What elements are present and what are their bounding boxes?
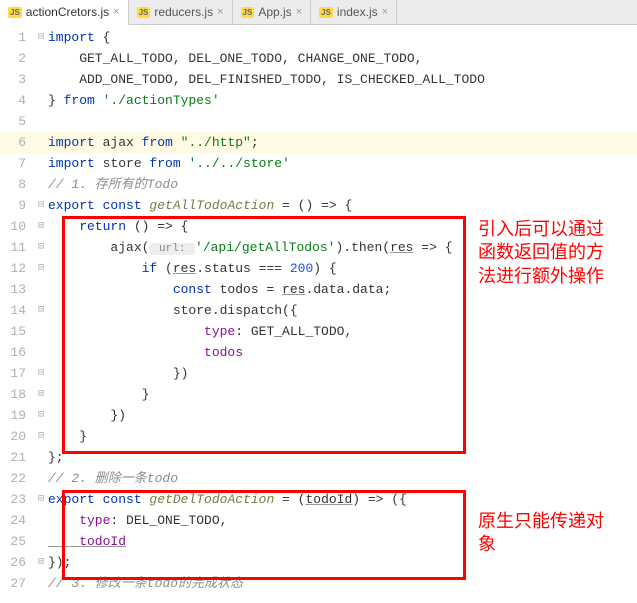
code-text: : GET_ALL_TODO, [235,324,352,339]
code-text: todos = [212,282,282,297]
tab-bar: JS actionCretors.js × JS reducers.js × J… [0,0,637,25]
kw-from: from [142,135,173,150]
code-text: ; [251,135,259,150]
kw-import: import [48,135,95,150]
kw-from: from [149,156,180,171]
code-text: } [48,384,637,405]
fold-column: ⊟⊟⊟⊟⊟⊟⊟⊟⊟⊟⊟⊟ [34,25,48,594]
code-text: }) [48,405,637,426]
prop: todoId [48,534,126,549]
comment: // 3. 修改一条todo的完成状态 [48,576,243,591]
tab-app[interactable]: JS App.js × [233,0,312,24]
comment: // 1. 存所有的Todo [48,177,178,192]
param: res [173,261,196,276]
param: res [282,282,305,297]
code-text: = () => { [274,198,352,213]
tab-actioncreators[interactable]: JS actionCretors.js × [0,0,129,25]
function-name: getAllTodoAction [142,198,275,213]
code-text: ) => ({ [352,492,407,507]
kw-from: from [64,93,95,108]
code-text: ADD_ONE_TODO, DEL_FINISHED_TODO, IS_CHEC… [48,69,637,90]
code-area[interactable]: import { GET_ALL_TODO, DEL_ONE_TODO, CHA… [48,25,637,594]
tab-label: App.js [258,5,291,19]
function-name: getDelTodoAction [142,492,275,507]
code-text: => { [413,240,452,255]
prop: type [48,513,110,528]
code-text: .status === [196,261,290,276]
param: res [390,240,413,255]
kw-export: export const [48,492,142,507]
code-text: store.dispatch({ [48,300,637,321]
annotation-top: 引入后可以通过函数返回值的方法进行额外操作 [478,218,618,288]
kw-export: export const [48,198,142,213]
code-text: ).then( [335,240,390,255]
code-text: }) [48,363,637,384]
code-text: store [95,156,150,171]
close-icon[interactable]: × [113,6,119,18]
close-icon[interactable]: × [217,6,223,18]
string-literal: '/api/getAllTodos' [195,240,335,255]
code-text: = ( [274,492,305,507]
kw-import: import [48,156,95,171]
string-literal: './actionTypes' [95,93,220,108]
code-text: () => { [126,219,188,234]
editor[interactable]: 1234567891011121314151617181920212223242… [0,25,637,594]
js-icon: JS [241,7,255,18]
code-text: { [95,30,111,45]
param-hint: url: [149,243,195,255]
js-icon: JS [137,7,151,18]
tab-label: reducers.js [154,5,213,19]
code-text: } [48,426,637,447]
close-icon[interactable]: × [382,6,388,18]
tab-reducers[interactable]: JS reducers.js × [129,0,233,24]
number: 200 [290,261,313,276]
code-text: .data.data; [305,282,391,297]
code-text: GET_ALL_TODO, DEL_ONE_TODO, CHANGE_ONE_T… [48,48,637,69]
tab-label: actionCretors.js [26,5,109,19]
code-text: } [48,93,64,108]
close-icon[interactable]: × [296,6,302,18]
js-icon: JS [8,7,22,18]
param: todoId [305,492,352,507]
kw-const: const [48,282,212,297]
js-icon: JS [319,7,333,18]
code-text: ajax( [48,240,149,255]
kw-import: import [48,30,95,45]
annotation-bottom: 原生只能传递对象 [478,510,618,557]
kw-if: if [48,261,157,276]
prop: type [48,324,235,339]
tab-index[interactable]: JS index.js × [311,0,397,24]
comment: // 2. 删除一条todo [48,471,178,486]
tab-label: index.js [337,5,378,19]
code-text: ) { [313,261,336,276]
blank-line [48,111,637,132]
string-literal: "../http" [173,135,251,150]
code-text: ajax [95,135,142,150]
prop: todos [48,345,243,360]
string-literal: '../../store' [181,156,290,171]
line-gutter: 1234567891011121314151617181920212223242… [0,25,34,594]
kw-return: return [48,219,126,234]
code-text: : DEL_ONE_TODO, [110,513,227,528]
code-text: ( [157,261,173,276]
code-text: }; [48,447,637,468]
